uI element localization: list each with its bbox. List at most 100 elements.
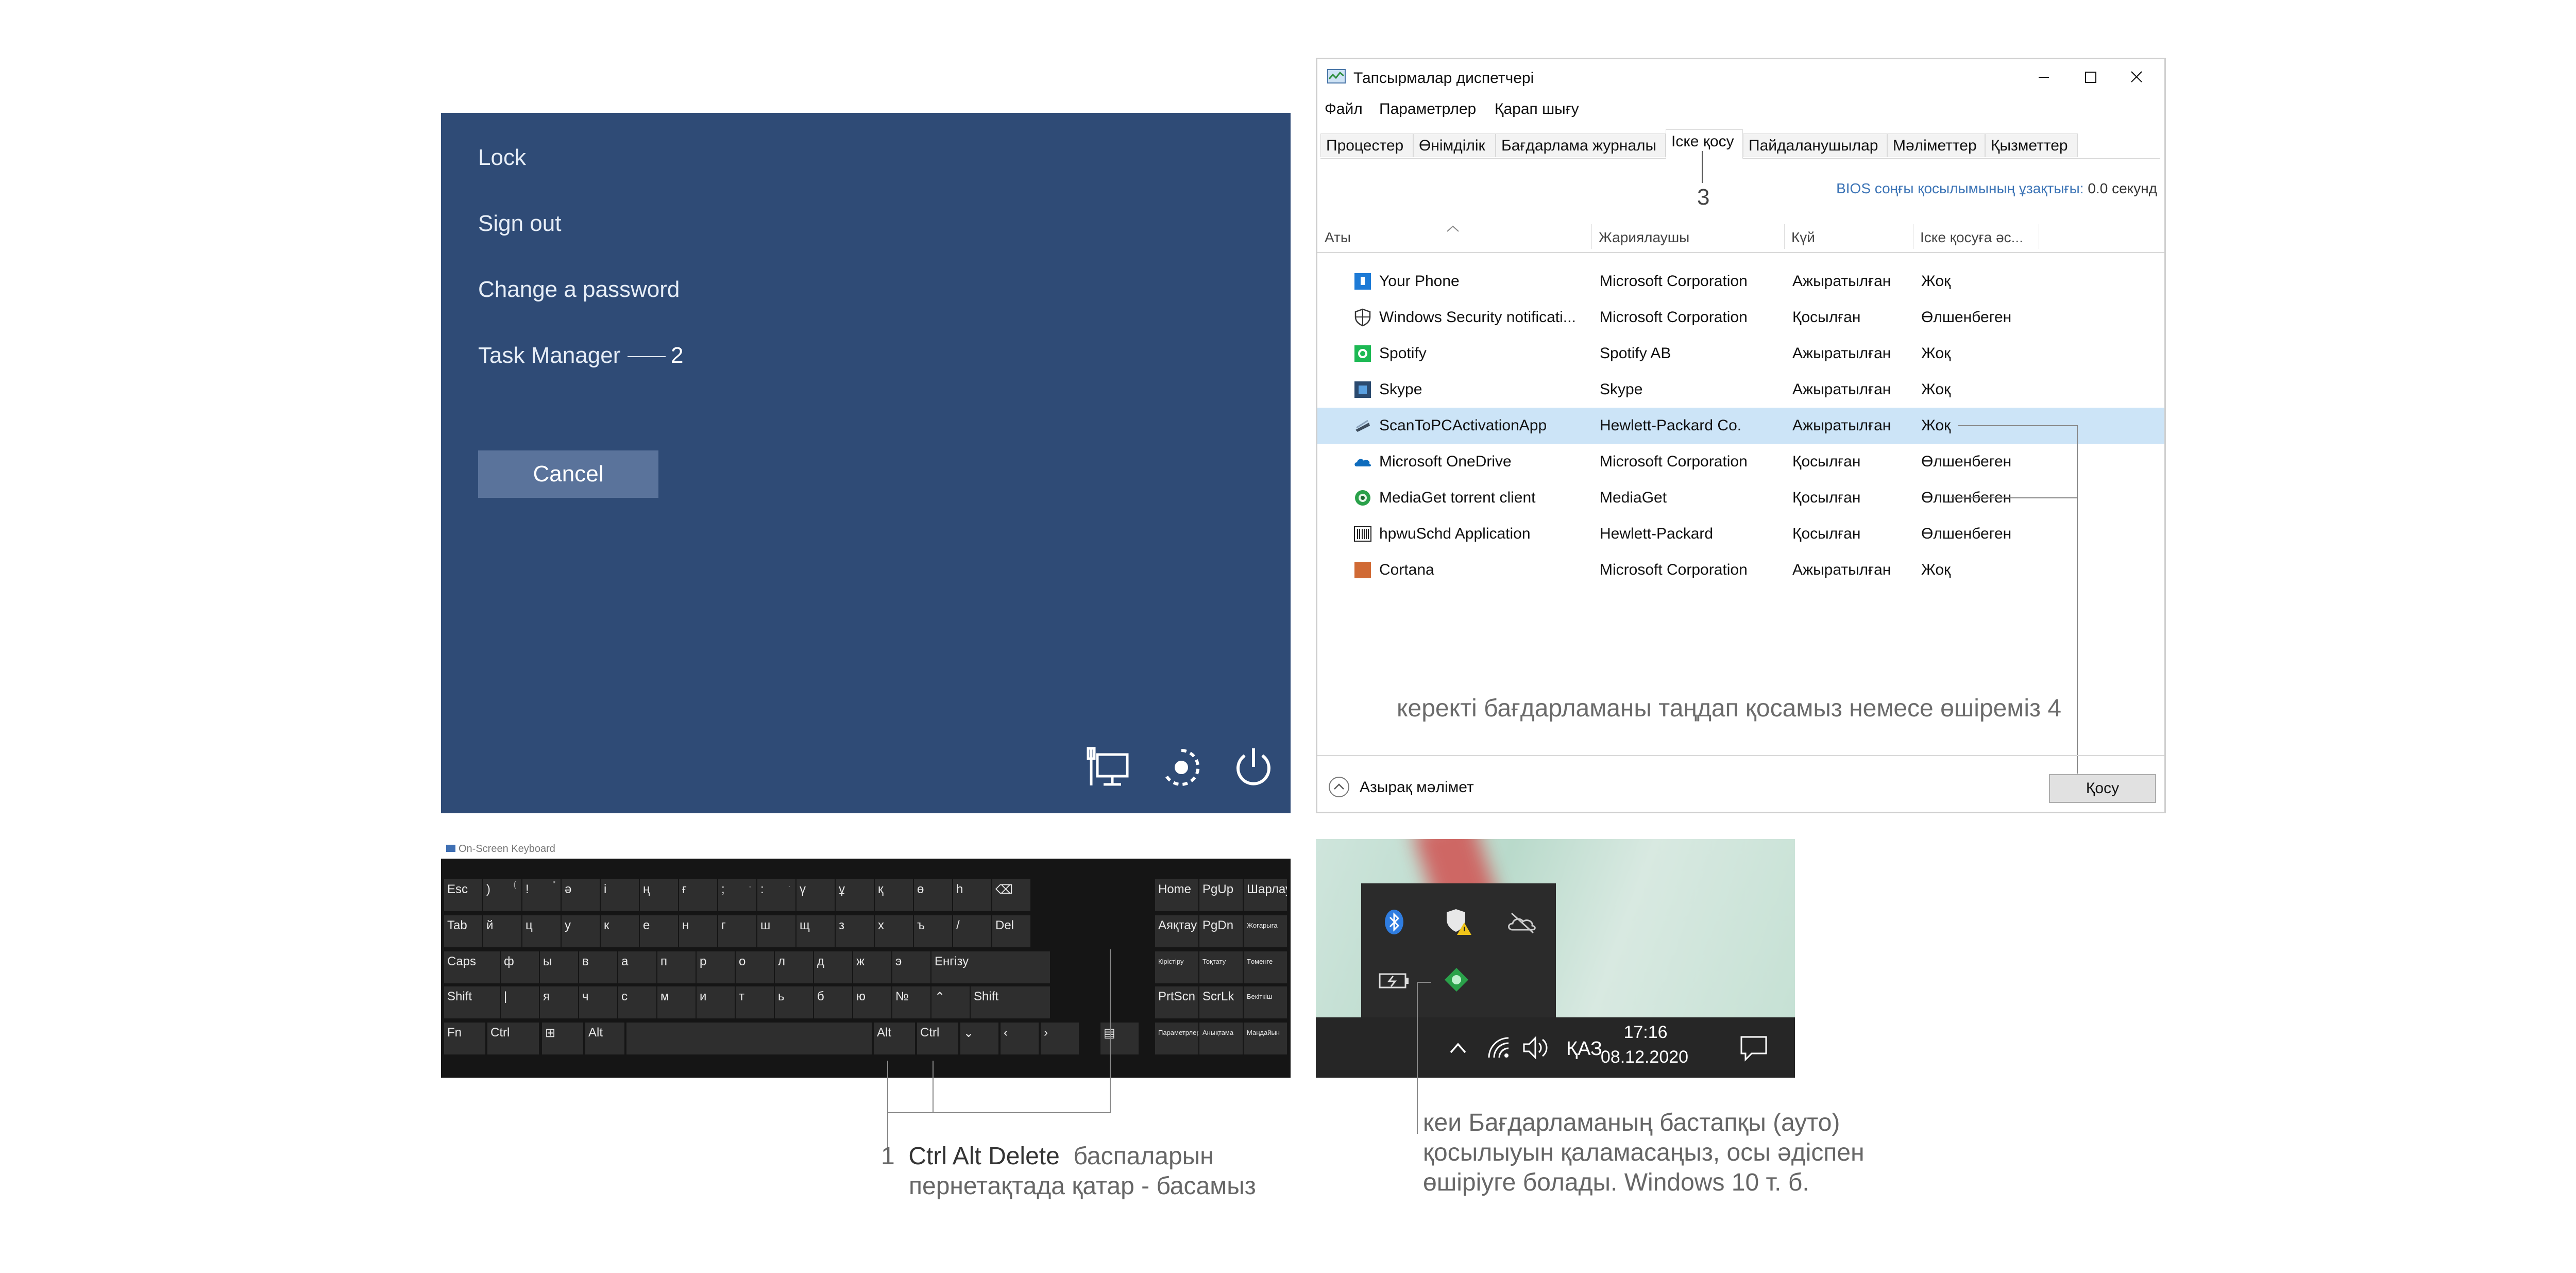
column-status[interactable]: Күй [1791,229,1815,246]
key[interactable]: я [540,986,578,1018]
nav-key[interactable]: Параметрлер [1155,1023,1198,1054]
key[interactable]: ң [640,879,678,911]
chevron-up-icon[interactable] [1447,1037,1469,1060]
key[interactable]: ⊞ [542,1023,583,1054]
tab-users[interactable]: Пайдаланушылар [1743,133,1887,157]
cloud-off-icon[interactable] [1506,909,1537,935]
nav-key[interactable]: Кірістіру [1155,951,1198,983]
nav-key[interactable]: Бекіткіш [1244,986,1287,1018]
tab-services[interactable]: Қызметтер [1985,133,2078,157]
column-name[interactable]: Аты [1325,229,1351,246]
key[interactable]: Shift [444,986,500,1018]
key[interactable]: й [483,915,521,947]
maximize-icon[interactable] [2075,64,2106,90]
key[interactable]: ф [501,951,539,983]
key[interactable]: Ctrl [487,1023,539,1054]
wifi-icon[interactable] [1486,1035,1512,1061]
change-password-option[interactable]: Change a password [478,277,680,303]
key[interactable]: х [875,915,913,947]
key[interactable]: :. [757,879,795,911]
power-icon[interactable] [1230,744,1277,791]
nav-key[interactable]: Анықтама [1199,1023,1243,1054]
nav-key[interactable]: PgUp [1199,879,1243,911]
key[interactable]: ;, [718,879,756,911]
table-row[interactable]: Skype Skype Ажыратылған Жоқ [1317,372,2164,408]
key[interactable]: / [953,915,991,947]
key[interactable]: Ctrl [917,1023,958,1054]
close-icon[interactable] [2121,64,2152,90]
clock-date[interactable]: 08.12.2020 [1598,1047,1691,1067]
table-row[interactable]: hpwuSchd Application Hewlett-Packard Қос… [1317,516,2164,552]
key[interactable]: һ [953,879,991,911]
tab-startup[interactable]: Іске қосу [1666,129,1743,159]
title-bar[interactable]: Тапсырмалар диспетчері [1317,59,2164,95]
column-publisher[interactable]: Жариялаушы [1599,229,1689,246]
key[interactable]: ұ [836,879,874,911]
nav-key[interactable]: PrtScn [1155,986,1198,1018]
key[interactable]: е [640,915,678,947]
nav-key[interactable]: Маңдайын [1244,1023,1287,1054]
key[interactable]: с [618,986,656,1018]
key[interactable]: з [836,915,874,947]
key[interactable]: Tab [444,915,482,947]
clock-time[interactable]: 17:16 [1609,1023,1682,1043]
key[interactable]: в [579,951,617,983]
key[interactable]: ө [914,879,952,911]
key[interactable]: № [892,986,930,1018]
fewer-details-link[interactable]: Азырақ мәлімет [1360,779,1474,796]
enable-button[interactable]: Қосу [2049,774,2156,803]
key[interactable]: р [697,951,735,983]
key[interactable]: Shift [971,986,1050,1018]
key[interactable]: ш [757,915,795,947]
language-indicator[interactable]: ҚАЗ [1566,1038,1602,1060]
key[interactable]: Fn [444,1023,485,1054]
tab-processes[interactable]: Процестер [1320,133,1413,157]
network-icon[interactable] [1086,744,1132,791]
key[interactable]: | [501,986,539,1018]
key[interactable]: д [814,951,852,983]
key[interactable]: к [601,915,639,947]
tab-performance[interactable]: Өнімділік [1413,133,1496,157]
key[interactable]: и [697,986,735,1018]
table-row[interactable]: Spotify Spotify AB Ажыратылған Жоқ [1317,336,2164,372]
cancel-button[interactable]: Cancel [478,450,658,498]
key[interactable]: ы [540,951,578,983]
table-row[interactable]: Your Phone Microsoft Corporation Ажыраты… [1317,263,2164,299]
nav-key[interactable]: Аяқтау [1155,915,1198,947]
key[interactable]: б [814,986,852,1018]
accessibility-icon[interactable] [1158,744,1205,791]
space-key[interactable] [626,1023,872,1054]
nav-key[interactable]: Тоқтату [1199,951,1243,983]
key[interactable]: э [892,951,930,983]
key[interactable]: ж [853,951,891,983]
key[interactable]: ⌫ [992,879,1030,911]
volume-icon[interactable] [1522,1035,1550,1061]
key[interactable]: п [657,951,696,983]
mediaget-tray-icon[interactable] [1444,967,1469,993]
key[interactable]: ц [522,915,561,947]
nav-key[interactable]: Төменге [1244,951,1287,983]
key[interactable]: Енгізу [931,951,1050,983]
key[interactable]: о [736,951,774,983]
key[interactable]: ‹ [1001,1023,1039,1054]
nav-key[interactable]: Home [1155,879,1198,911]
key[interactable]: Alt [874,1023,915,1054]
key[interactable]: а [618,951,656,983]
bluetooth-icon[interactable] [1383,908,1405,936]
sign-out-option[interactable]: Sign out [478,211,561,237]
battery-icon[interactable] [1379,970,1411,991]
key[interactable]: Del [992,915,1030,947]
minimize-icon[interactable] [2028,64,2059,90]
key[interactable]: ғ [679,879,717,911]
key[interactable]: н [679,915,717,947]
key[interactable]: ъ [914,915,952,947]
key[interactable]: қ [875,879,913,911]
table-row[interactable]: Cortana Microsoft Corporation Ажыратылға… [1317,552,2164,588]
key[interactable]: л [775,951,813,983]
column-startup-impact[interactable]: Іске қосуға әс... [1920,229,2023,246]
nav-key[interactable]: PgDn [1199,915,1243,947]
key[interactable]: і [601,879,639,911]
menu-view[interactable]: Қарап шығу [1495,100,1579,118]
notification-icon[interactable] [1738,1034,1769,1062]
key[interactable]: у [562,915,600,947]
